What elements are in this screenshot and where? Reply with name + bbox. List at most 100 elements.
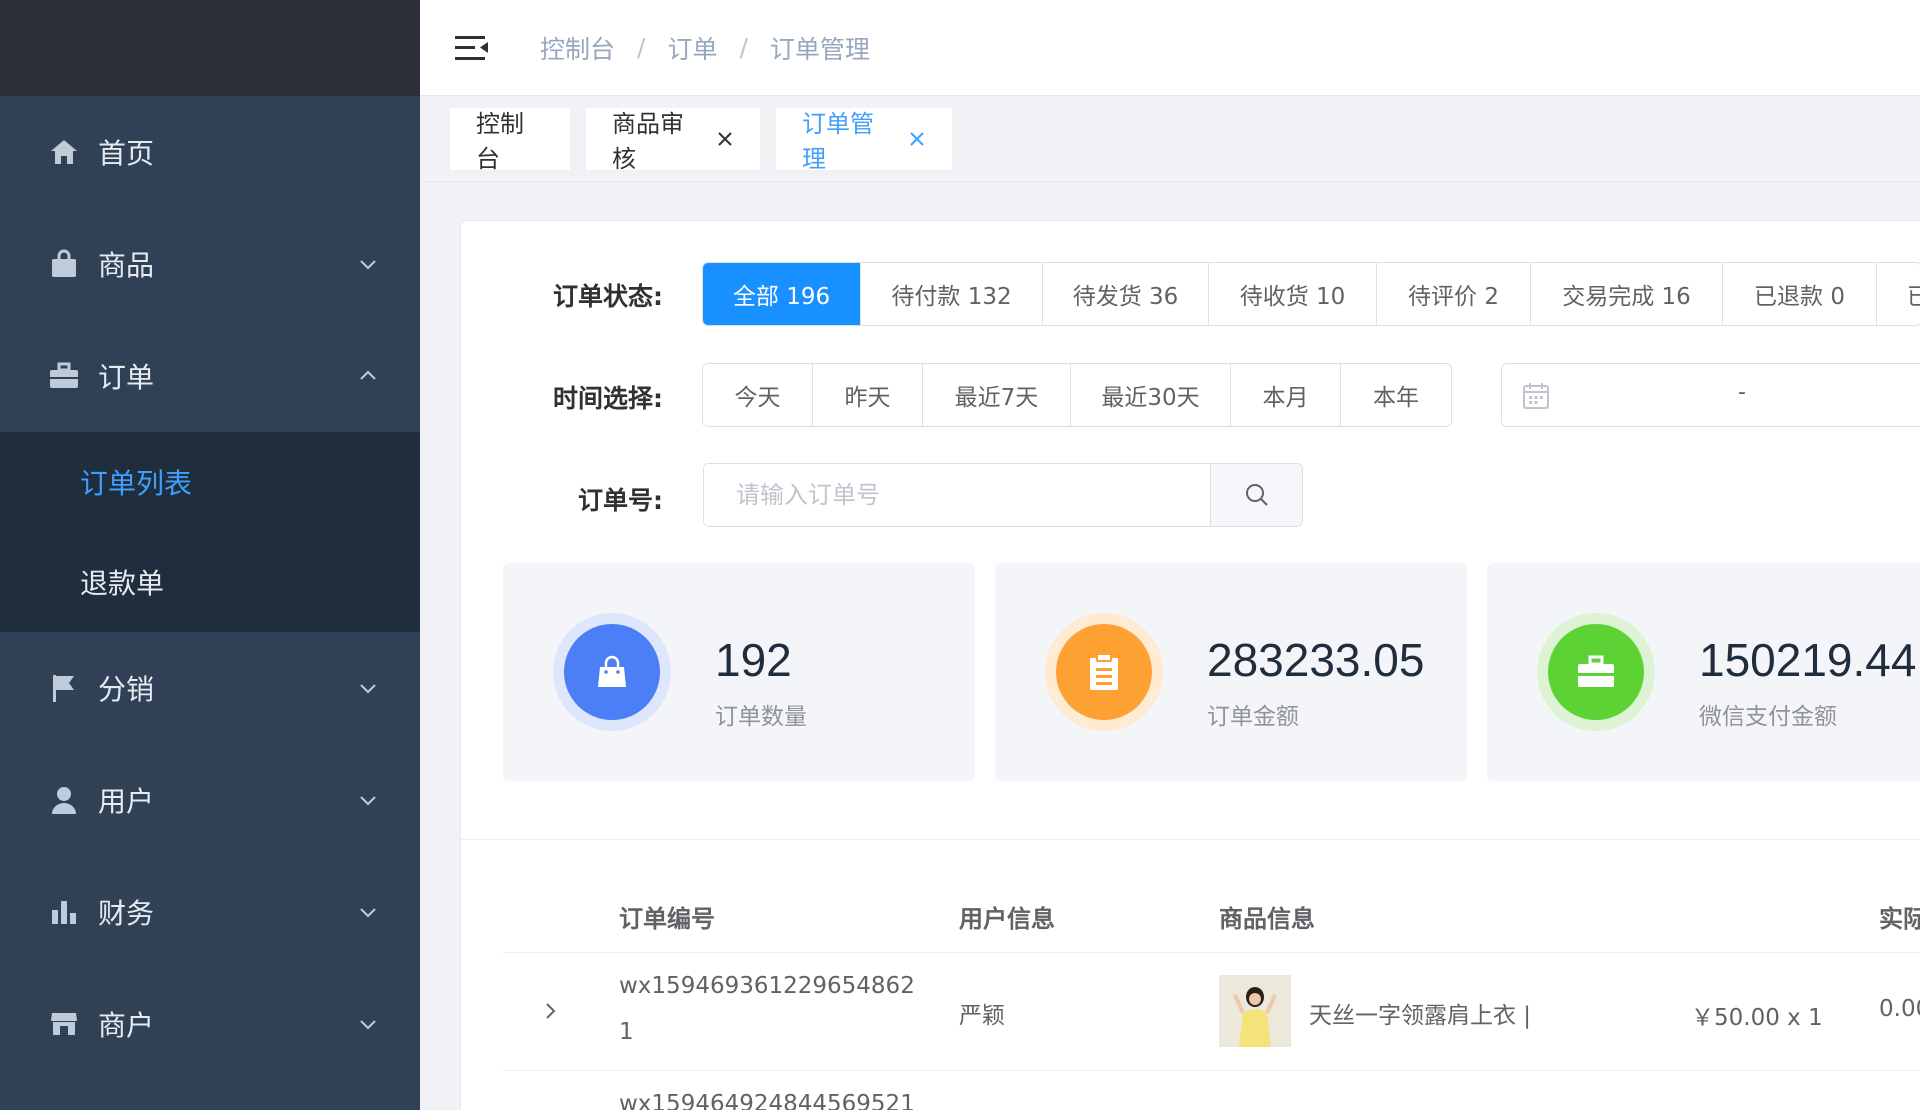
order-no-input[interactable]: [704, 464, 1210, 526]
sidebar-item-label: 分销: [98, 673, 155, 706]
status-option-pending-shipment[interactable]: 待发货 36: [1043, 263, 1209, 325]
breadcrumb-item: 订单管理: [769, 34, 870, 64]
breadcrumb: 控制台 / 订单 / 订单管理: [540, 30, 870, 66]
status-option-all[interactable]: 全部 196: [703, 263, 861, 325]
table-header-line: [503, 952, 1920, 953]
main-panel: 订单状态: 全部 196 待付款 132 待发货 36 待收货 10 待评价 2…: [460, 220, 1920, 1110]
chevron-right-icon[interactable]: [541, 1001, 561, 1021]
breadcrumb-separator: /: [739, 33, 748, 62]
stat-label: 订单金额: [1207, 704, 1299, 730]
breadcrumb-item[interactable]: 订单: [667, 30, 717, 66]
status-option-more[interactable]: 已: [1877, 263, 1920, 325]
section-divider: [461, 839, 1920, 840]
stat-card-order-count: 192 订单数量: [503, 563, 975, 781]
status-filter-group: 全部 196 待付款 132 待发货 36 待收货 10 待评价 2 交易完成 …: [702, 262, 1920, 326]
status-option-pending-review[interactable]: 待评价 2: [1377, 263, 1531, 325]
date-range-separator: -: [1738, 380, 1746, 405]
tag-label: 订单管理: [802, 110, 874, 173]
menu-fold-icon[interactable]: [452, 28, 492, 68]
stat-icon-ring: [553, 613, 671, 731]
top-header: 控制台 / 订单 / 订单管理: [420, 0, 1920, 96]
product-price: ￥50.00 x 1: [1691, 1005, 1823, 1031]
time-option-7days[interactable]: 最近7天: [923, 364, 1071, 426]
sidebar-item-users[interactable]: 用户: [0, 744, 420, 856]
chevron-down-icon: [360, 260, 376, 270]
tag-dashboard[interactable]: 控制台: [450, 108, 570, 173]
sidebar-item-distribution[interactable]: 分销: [0, 632, 420, 744]
briefcase-icon: [48, 360, 80, 392]
stat-label: 订单数量: [715, 704, 807, 730]
sidebar-item-orders[interactable]: 订单: [0, 320, 420, 432]
calendar-icon: [1523, 383, 1549, 409]
product-thumbnail: [1219, 975, 1291, 1047]
status-filter-label: 订单状态:: [553, 282, 663, 311]
order-no-line: 1: [619, 1019, 634, 1045]
tag-goods-review[interactable]: 商品审核: [586, 108, 760, 173]
tags-view: 控制台 商品审核 订单管理: [420, 96, 1920, 182]
stat-value: 283233.05: [1207, 634, 1425, 686]
stat-icon-ring: [1537, 613, 1655, 731]
status-option-completed[interactable]: 交易完成 16: [1531, 263, 1723, 325]
sidebar-item-finance[interactable]: 财务: [0, 856, 420, 968]
product-name: 天丝一字领露肩上衣 |: [1309, 1003, 1532, 1029]
column-header-order-no: 订单编号: [619, 905, 715, 933]
user-name: 严颖: [959, 1003, 1005, 1029]
close-icon[interactable]: [717, 130, 734, 148]
user-icon: [48, 784, 80, 816]
sidebar-item-label: 财务: [98, 897, 155, 930]
breadcrumb-item[interactable]: 控制台: [540, 30, 615, 66]
stat-icon-ring: [1045, 613, 1163, 731]
date-range-picker[interactable]: -: [1501, 363, 1920, 427]
time-option-month[interactable]: 本月: [1231, 364, 1341, 426]
time-filter-label: 时间选择:: [553, 384, 663, 413]
bag-icon: [48, 248, 80, 280]
chevron-down-icon: [360, 908, 376, 918]
chevron-down-icon: [360, 684, 376, 694]
sidebar-item-goods[interactable]: 商品: [0, 208, 420, 320]
chevron-down-icon: [360, 796, 376, 806]
tag-order-manage[interactable]: 订单管理: [776, 108, 952, 173]
orders-submenu: 订单列表 退款单: [0, 432, 420, 632]
chevron-up-icon: [360, 370, 376, 380]
stat-value: 192: [715, 634, 792, 686]
time-option-30days[interactable]: 最近30天: [1071, 364, 1231, 426]
column-header-user-info: 用户信息: [959, 905, 1055, 933]
status-option-pending-payment[interactable]: 待付款 132: [861, 263, 1043, 325]
time-option-yesterday[interactable]: 昨天: [813, 364, 923, 426]
sidebar-subitem-order-list[interactable]: 订单列表: [0, 432, 420, 532]
status-option-pending-receipt[interactable]: 待收货 10: [1209, 263, 1377, 325]
stat-value: 150219.44: [1699, 634, 1917, 686]
search-button[interactable]: [1210, 464, 1302, 526]
stat-card-wechat-amount: 150219.44 微信支付金额: [1487, 563, 1920, 781]
sidebar-item-home[interactable]: 首页: [0, 96, 420, 208]
logo-area: [0, 0, 420, 96]
close-icon[interactable]: [908, 130, 926, 148]
home-icon: [48, 136, 80, 168]
sidebar-item-label: 用户: [98, 785, 155, 818]
actual-amount: 0.00: [1879, 996, 1920, 1022]
sidebar-item-label: 商品: [98, 249, 155, 282]
chevron-down-icon: [360, 1020, 376, 1030]
flag-icon: [48, 672, 80, 704]
sidebar: 首页 商品 订单 订单列表 退款单 分销 用户 财务 商户: [0, 0, 420, 1110]
bar-chart-icon: [48, 896, 80, 928]
tag-label: 控制台: [476, 110, 524, 173]
status-option-refunded[interactable]: 已退款 0: [1723, 263, 1877, 325]
time-filter-group: 今天 昨天 最近7天 最近30天 本月 本年: [702, 363, 1452, 427]
sidebar-item-label: 首页: [98, 137, 155, 170]
breadcrumb-separator: /: [637, 33, 646, 62]
order-no-label: 订单号:: [578, 486, 663, 515]
time-option-year[interactable]: 本年: [1341, 364, 1451, 426]
tag-label: 商品审核: [612, 110, 684, 173]
sidebar-item-label: 订单: [98, 361, 155, 394]
sidebar-item-merchant[interactable]: 商户: [0, 968, 420, 1080]
sidebar-subitem-refunds[interactable]: 退款单: [0, 532, 420, 632]
column-header-product-info: 商品信息: [1219, 905, 1315, 933]
sidebar-item-label: 商户: [98, 1009, 155, 1042]
clipboard-icon: [1056, 624, 1152, 720]
order-no-line: wx159464924844569521: [619, 1091, 915, 1110]
column-header-actual: 实际: [1879, 905, 1920, 933]
order-no-line: wx159469361229654862: [619, 973, 915, 999]
time-option-today[interactable]: 今天: [703, 364, 813, 426]
briefcase-icon: [1548, 624, 1644, 720]
